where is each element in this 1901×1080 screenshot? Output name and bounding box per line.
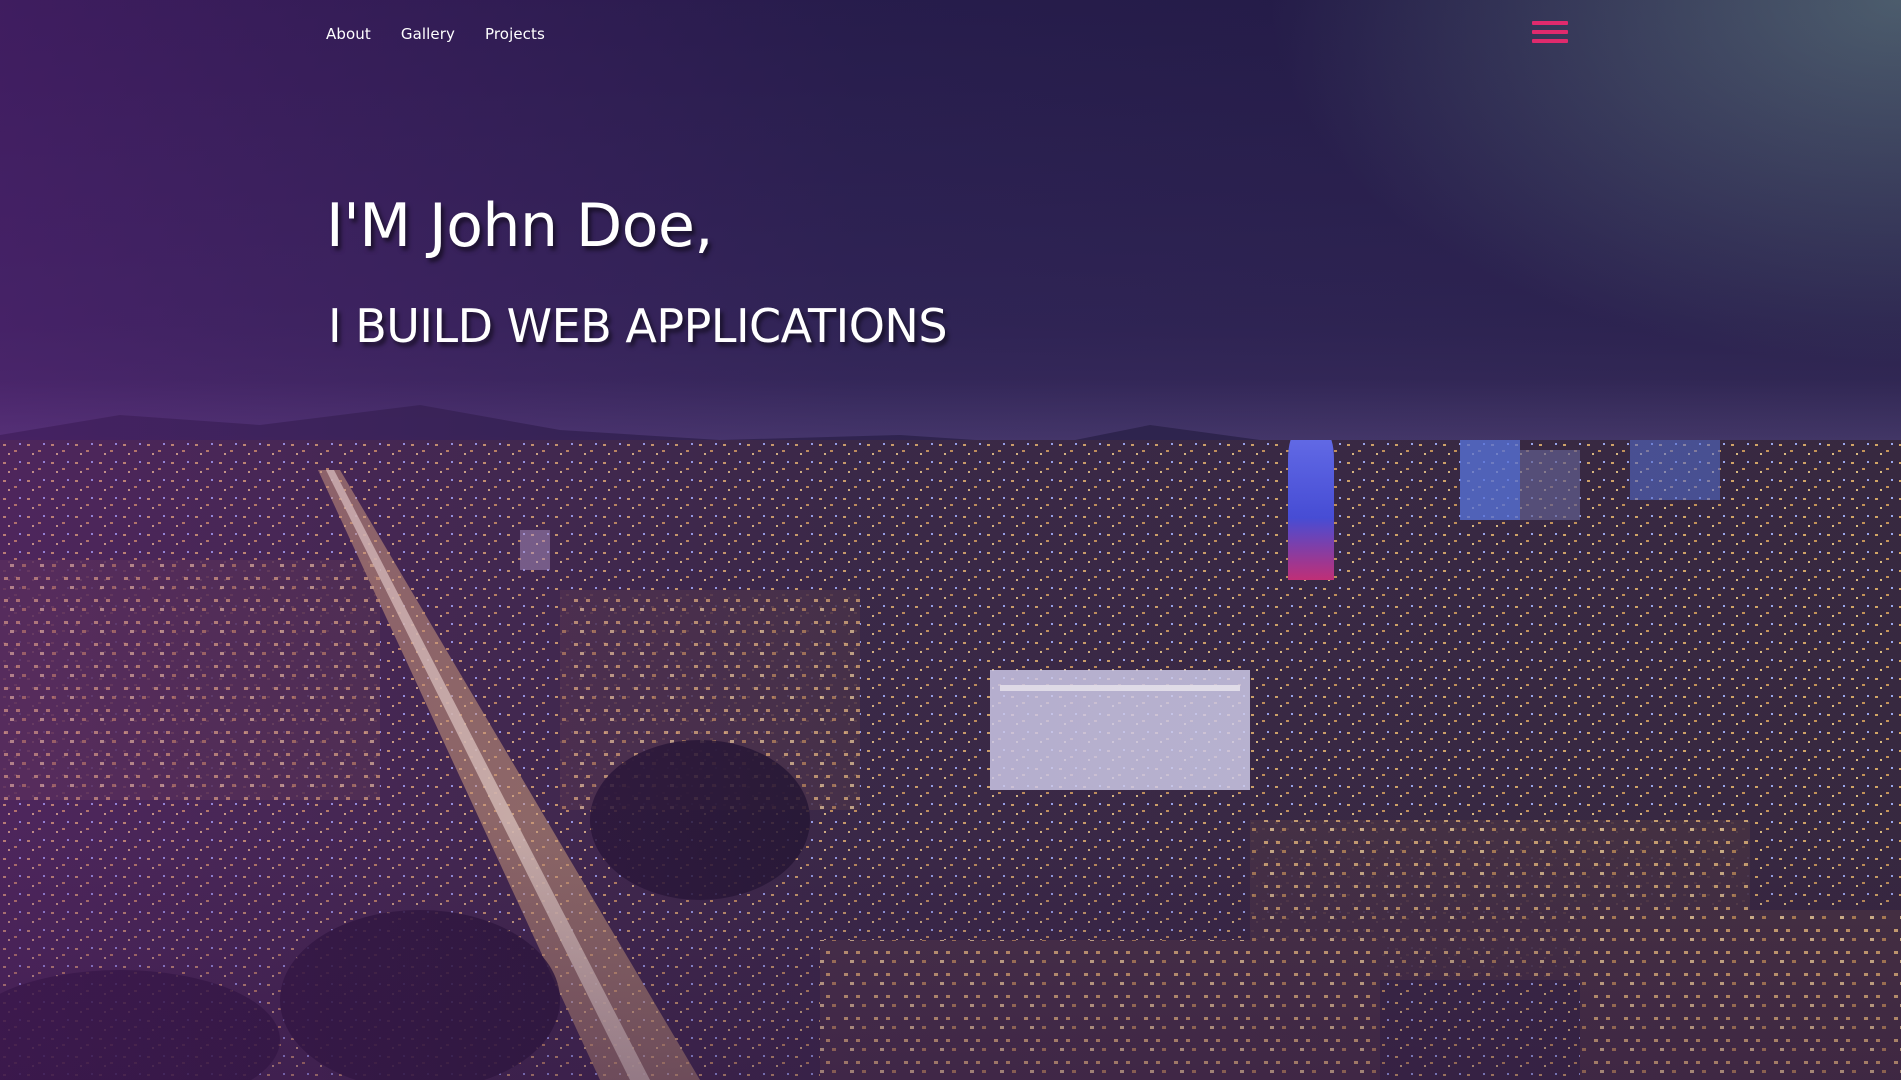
nav-link-gallery[interactable]: Gallery: [401, 24, 455, 44]
nav-link-projects[interactable]: Projects: [485, 24, 545, 44]
hero-subheadline: I BUILD WEB APPLICATIONS: [328, 299, 948, 353]
hero-headline: I'M John Doe,: [326, 191, 713, 261]
main-nav: About Gallery Projects: [326, 24, 545, 44]
city-skyline: [0, 440, 1901, 1080]
menu-bar-bottom: [1532, 39, 1568, 43]
menu-bar-middle: [1532, 30, 1568, 34]
nav-link-about[interactable]: About: [326, 24, 371, 44]
menu-bar-top: [1532, 21, 1568, 25]
hamburger-menu-icon[interactable]: [1532, 19, 1568, 47]
hero-section: About Gallery Projects I'M John Doe, I B…: [0, 0, 1901, 1080]
